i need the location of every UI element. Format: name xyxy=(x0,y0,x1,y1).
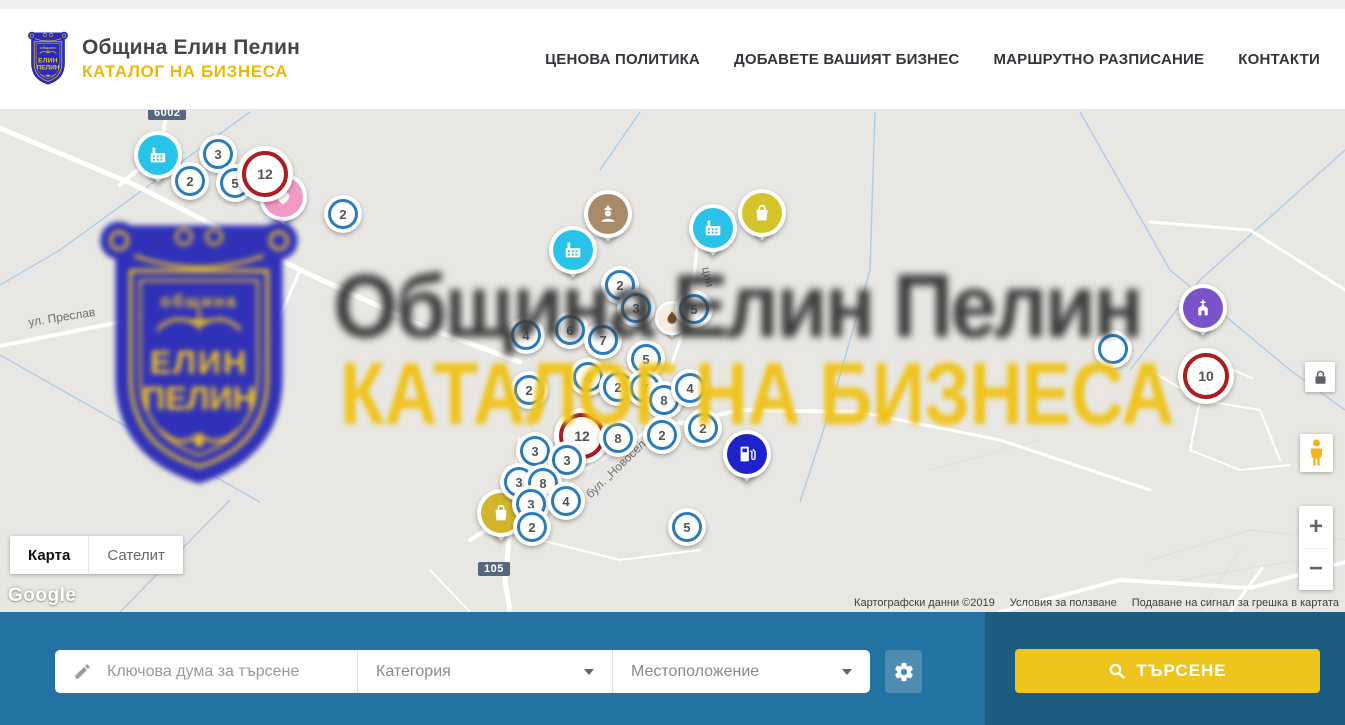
fuel-icon xyxy=(736,443,758,465)
road-label: 105 xyxy=(478,562,510,576)
municipality-crest-logo xyxy=(25,30,71,88)
cluster-marker[interactable]: 3 xyxy=(617,289,655,327)
lock-button[interactable] xyxy=(1305,362,1335,392)
cluster-marker[interactable]: 4 xyxy=(507,316,545,354)
cluster-marker[interactable]: 4 xyxy=(547,482,585,520)
nav-item-3[interactable]: КОНТАКТИ xyxy=(1238,51,1320,68)
nav-item-2[interactable]: МАРШРУТНО РАЗПИСАНИЕ xyxy=(993,51,1204,68)
road-label: 6002 xyxy=(148,110,186,120)
bag-icon xyxy=(490,502,512,524)
chevron-down-icon xyxy=(842,669,852,675)
search-input-group: Категория Местоположение xyxy=(55,650,870,693)
cluster-marker[interactable]: 2 xyxy=(513,508,551,546)
pin-worker[interactable] xyxy=(584,190,632,238)
pin-fuel[interactable] xyxy=(723,430,771,478)
keyword-input[interactable] xyxy=(105,662,344,682)
zoom-control: + − xyxy=(1299,506,1333,590)
report-error-link[interactable]: Подаване на сигнал за грешка в картата xyxy=(1132,597,1339,609)
cluster-marker[interactable]: 12 xyxy=(237,146,293,202)
location-select-value: Местоположение xyxy=(631,663,759,681)
nav-item-1[interactable]: ДОБАВЕТЕ ВАШИЯТ БИЗНЕС xyxy=(734,51,959,68)
factory-icon xyxy=(562,239,584,261)
google-logo[interactable]: Google xyxy=(8,585,76,607)
search-button[interactable]: ТЪРСЕНЕ xyxy=(1015,649,1320,693)
location-select[interactable]: Местоположение xyxy=(613,650,870,693)
cluster-marker[interactable]: 2 xyxy=(324,195,362,233)
cluster-marker[interactable]: 5 xyxy=(668,508,706,546)
zoom-out-button[interactable]: − xyxy=(1299,549,1333,590)
chevron-down-icon xyxy=(584,669,594,675)
cluster-marker[interactable]: 2 xyxy=(684,409,722,447)
pegman-icon xyxy=(1309,439,1324,467)
worker-icon xyxy=(597,203,619,225)
pegman-button[interactable] xyxy=(1300,434,1333,472)
map-type-map-button[interactable]: Карта xyxy=(10,536,88,574)
site-title: Община Елин Пелин xyxy=(82,36,300,60)
advanced-search-button[interactable] xyxy=(885,650,922,693)
map-attribution: Картографски данни ©2019 Условия за полз… xyxy=(854,597,1339,609)
cluster-marker[interactable] xyxy=(1094,330,1132,368)
cluster-marker[interactable]: 2 xyxy=(171,162,209,200)
cluster-marker[interactable]: 7 xyxy=(584,321,622,359)
main-nav: ЦЕНОВА ПОЛИТИКА ДОБАВЕТЕ ВАШИЯТ БИЗНЕС МАР… xyxy=(545,51,1320,68)
pin-church[interactable] xyxy=(1179,284,1227,332)
church-icon xyxy=(1192,297,1214,319)
site-subtitle: КАТАЛОГ НА БИЗНЕСА xyxy=(82,62,300,82)
lock-icon xyxy=(1314,370,1327,385)
map-canvas[interactable]: Община Елин Пелин КАТАЛОГ НА БИЗНЕСА Кар… xyxy=(0,110,1345,612)
keyword-section xyxy=(55,650,358,693)
category-select-value: Категория xyxy=(376,663,451,681)
pencil-icon xyxy=(73,662,92,681)
factory-icon xyxy=(702,217,724,239)
search-button-label: ТЪРСЕНЕ xyxy=(1136,661,1226,681)
attribution-copyright: Картографски данни ©2019 xyxy=(854,597,995,609)
cluster-marker[interactable]: 4 xyxy=(671,369,709,407)
cluster-marker[interactable]: 10 xyxy=(1178,348,1234,404)
top-strip xyxy=(0,0,1345,9)
pin-bag[interactable] xyxy=(738,189,786,237)
map-type-control: Карта Сателит xyxy=(10,536,183,574)
cluster-marker[interactable]: 8 xyxy=(599,419,637,457)
terms-link[interactable]: Условия за ползване xyxy=(1010,597,1117,609)
bag-icon xyxy=(751,202,773,224)
header: Община Елин Пелин КАТАЛОГ НА БИЗНЕСА ЦЕН… xyxy=(0,0,1345,110)
gear-icon xyxy=(893,661,915,683)
map-type-satellite-button[interactable]: Сателит xyxy=(88,536,183,574)
search-icon xyxy=(1108,662,1126,680)
cluster-marker[interactable]: 5 xyxy=(675,290,713,328)
cluster-marker[interactable]: 2 xyxy=(643,416,681,454)
search-bar: ТЪРСЕНЕ Категория Местоположение xyxy=(0,612,1345,725)
cluster-marker[interactable]: 2 xyxy=(510,371,548,409)
page: Община Елин Пелин КАТАЛОГ НА БИЗНЕСА ЦЕН… xyxy=(0,0,1345,725)
pin-factory[interactable] xyxy=(689,204,737,252)
brand[interactable]: Община Елин Пелин КАТАЛОГ НА БИЗНЕСА xyxy=(25,30,300,88)
search-bar-right-panel: ТЪРСЕНЕ xyxy=(985,612,1345,725)
factory-icon xyxy=(147,144,169,166)
nav-item-0[interactable]: ЦЕНОВА ПОЛИТИКА xyxy=(545,51,700,68)
zoom-in-button[interactable]: + xyxy=(1299,507,1333,548)
category-select[interactable]: Категория xyxy=(358,650,613,693)
